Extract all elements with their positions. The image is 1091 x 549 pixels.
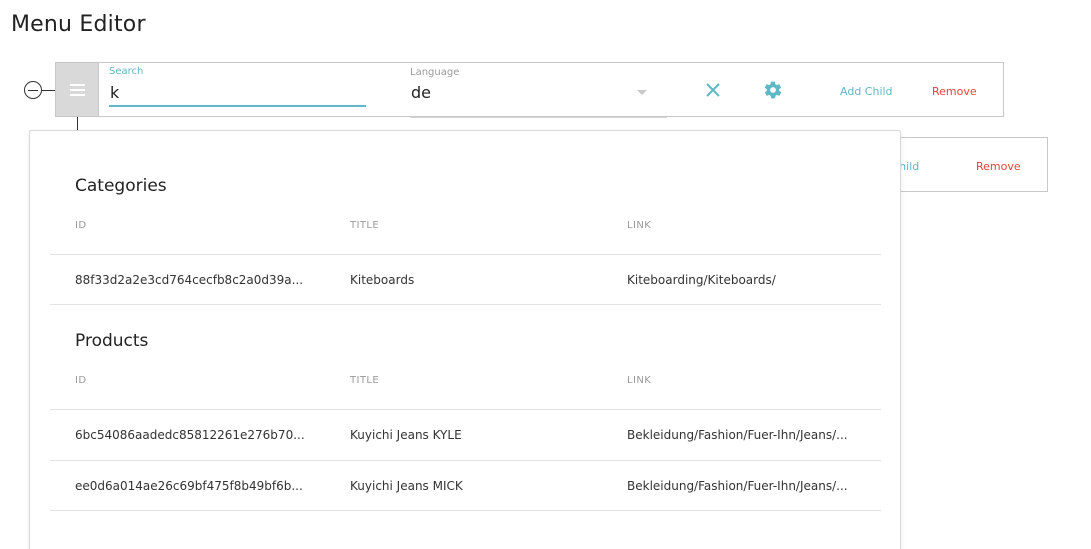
column-header-title: TITLE [350, 220, 380, 231]
result-link: Bekleidung/Fashion/Fuer-Ihn/Jeans/... [627, 479, 848, 493]
column-header-link: LINK [627, 220, 652, 231]
result-link: Kiteboarding/Kiteboards/ [627, 273, 776, 287]
result-row[interactable]: ee0d6a014ae26c69bf475f8b49bf6b... Kuyich… [50, 460, 881, 511]
search-input[interactable] [109, 77, 366, 107]
search-label: Search [109, 66, 144, 77]
language-label: Language [410, 67, 460, 78]
result-id: 88f33d2a2e3cd764cecfb8c2a0d39a... [75, 273, 304, 287]
drag-handle[interactable] [56, 63, 99, 116]
search-field: Search [109, 66, 366, 107]
hamburger-icon [70, 84, 85, 99]
result-link: Bekleidung/Fashion/Fuer-Ihn/Jeans/... [627, 428, 848, 442]
language-field: Language de [410, 67, 667, 118]
categories-heading: Categories [75, 176, 167, 196]
tree-connector-vertical [77, 117, 78, 131]
close-icon[interactable] [705, 82, 721, 98]
result-row[interactable]: 6bc54086aadedc85812261e276b70... Kuyichi… [50, 409, 881, 460]
column-header-title: TITLE [350, 375, 380, 386]
column-header-id: ID [75, 375, 87, 386]
result-title: Kiteboards [350, 273, 415, 287]
search-results-dropdown: Categories ID TITLE LINK 88f33d2a2e3cd76… [29, 130, 901, 549]
column-header-link: LINK [627, 375, 652, 386]
chevron-down-icon [637, 90, 647, 95]
products-heading: Products [75, 331, 149, 351]
add-child-button[interactable]: Add Child [840, 85, 893, 98]
language-value: de [411, 83, 431, 102]
result-id: 6bc54086aadedc85812261e276b70... [75, 428, 305, 442]
result-title: Kuyichi Jeans KYLE [350, 428, 462, 442]
page-title: Menu Editor [11, 12, 146, 37]
tree-connector [42, 90, 56, 91]
collapse-toggle-icon[interactable] [24, 81, 42, 99]
gear-icon[interactable] [763, 80, 783, 100]
remove-button-2[interactable]: Remove [976, 160, 1021, 173]
result-id: ee0d6a014ae26c69bf475f8b49bf6b... [75, 479, 303, 493]
menu-item-row: Search Language de Add Child Remove [55, 62, 1004, 118]
remove-button[interactable]: Remove [932, 85, 977, 98]
result-row[interactable]: 88f33d2a2e3cd764cecfb8c2a0d39a... Kitebo… [50, 254, 881, 305]
result-title: Kuyichi Jeans MICK [350, 479, 463, 493]
column-header-id: ID [75, 220, 87, 231]
language-select[interactable]: de [410, 78, 667, 118]
